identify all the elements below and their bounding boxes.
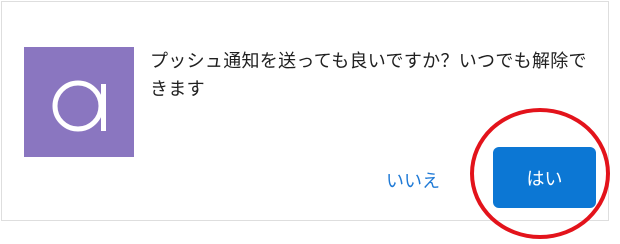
push-permission-dialog: プッシュ通知を送っても良いですか？いつでも解除できます いいえ はい <box>1 1 609 221</box>
letter-a-icon <box>52 80 106 132</box>
no-button[interactable]: いいえ <box>368 160 458 200</box>
yes-button[interactable]: はい <box>493 147 596 208</box>
app-logo-icon <box>24 47 134 157</box>
page: プッシュ通知を送っても良いですか？いつでも解除できます いいえ はい <box>0 0 620 244</box>
dialog-message: プッシュ通知を送っても良いですか？いつでも解除できます <box>150 51 587 100</box>
